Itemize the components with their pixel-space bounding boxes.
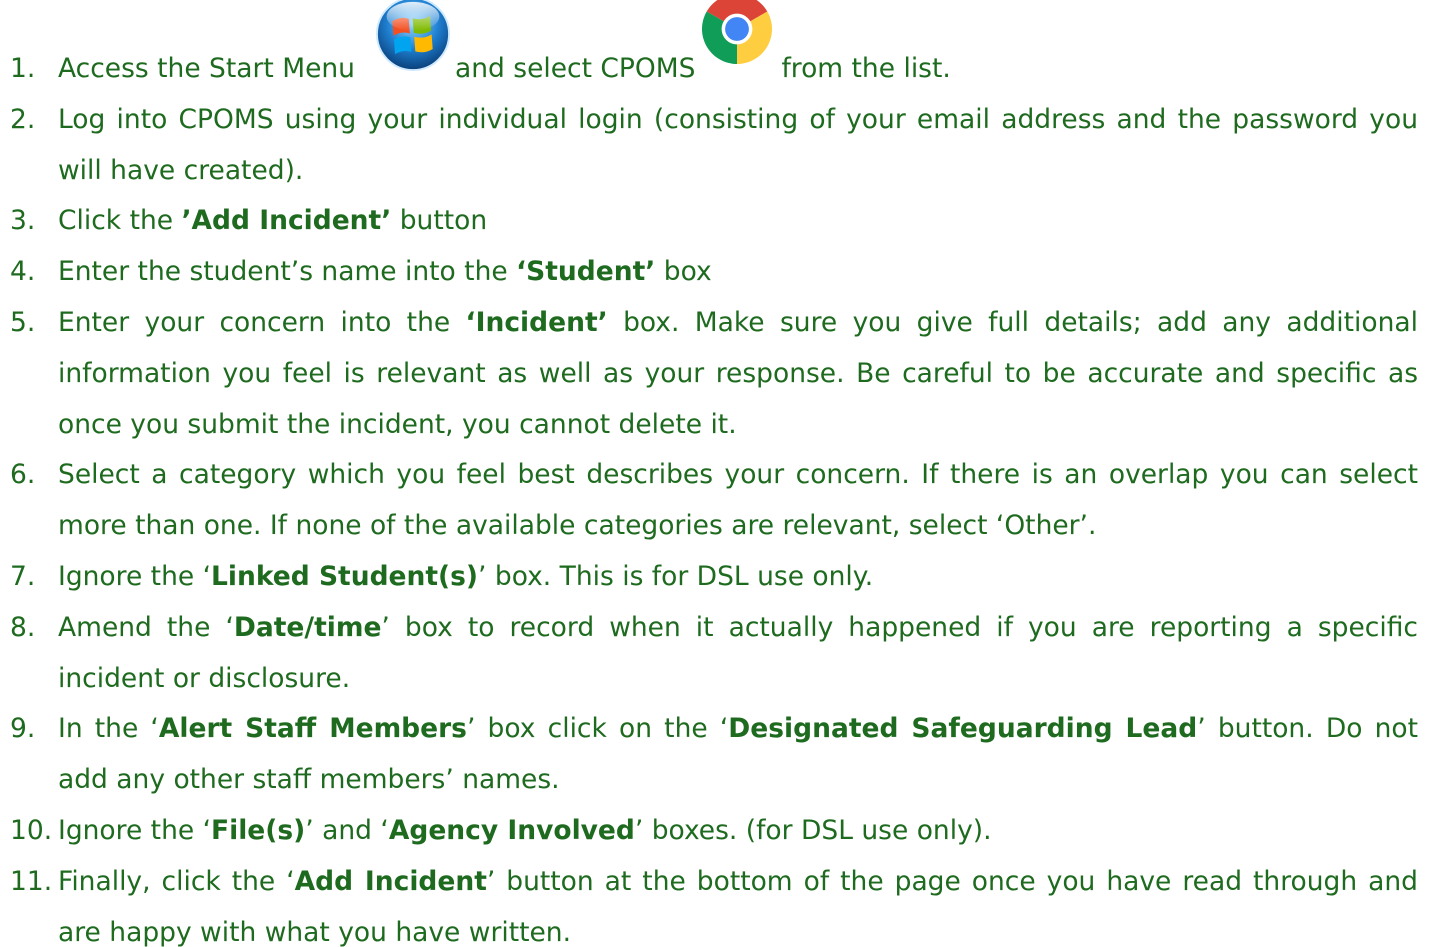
list-item: 6. Select a category which you feel best… [10,450,1418,552]
text-segment: ’ boxes. (for DSL use only). [634,814,992,846]
cpoms-icon-slot [695,0,781,77]
text-segment: Amend the ‘ [58,611,234,643]
list-item: 3. Click the ’Add Incident’ button [10,196,1418,247]
list-item: 5. Enter your concern into the ‘Incident… [10,298,1418,450]
list-item: 2. Log into CPOMS using your individual … [10,95,1418,197]
step-text: Select a category which you feel best de… [58,459,1418,542]
step-text-part: from the list. [781,53,951,84]
step-text: Click the ’Add Incident’ button [58,196,1418,247]
step-number: 7. [10,560,36,592]
step-number: 2. [10,103,36,135]
list-item: 11. Finally, click the ‘Add Incident’ bu… [10,857,1418,947]
step-text-part: and select CPOMS [454,53,696,84]
steps-list: 1. Access the Start Menu and select CPOM… [10,0,1418,947]
text-segment: ’ box. This is for DSL use only. [478,560,874,592]
bold-term: Alert Staff Members [158,713,467,745]
bold-term: ‘Incident’ [465,306,608,338]
text-segment: Finally, click the ‘ [58,865,295,897]
text-segment: Enter your concern into the [58,306,466,338]
chrome-browser-icon [702,0,773,64]
step-text: Log into CPOMS using your individual log… [58,103,1418,186]
text-segment: Ignore the ‘ [58,814,212,846]
step-text: Finally, click the ‘Add Incident’ button… [58,857,1418,947]
bold-term: File(s) [211,814,306,846]
bold-term: ‘Student’ [516,256,656,288]
step-text: Enter the student’s name into the ‘Stude… [58,247,1418,298]
text-segment: Ignore the ‘ [58,560,212,592]
step-text: In the ‘Alert Staff Members’ box click o… [58,704,1418,806]
step-number: 5. [10,306,36,338]
bold-term: Agency Involved [388,814,635,846]
list-item: 7. Ignore the ‘Linked Student(s)’ box. T… [10,552,1418,603]
step-number: 9. [10,713,36,745]
step-number: 4. [10,256,36,288]
list-item: 4. Enter the student’s name into the ‘St… [10,247,1418,298]
text-segment: button [391,205,488,237]
step-text: Amend the ‘Date/time’ box to record when… [58,603,1418,705]
step-text-part: Access the Start Menu [58,53,355,84]
step-number: 1. [10,53,36,84]
bold-term: Designated Safeguarding Lead [728,713,1198,745]
bold-term: Add Incident [294,865,487,897]
step-text: Access the Start Menu and select CPOMS f… [58,0,1418,95]
list-item: 1. Access the Start Menu and select CPOM… [10,0,1418,95]
step-number: 8. [10,611,36,643]
list-item: 10. Ignore the ‘File(s)’ and ‘Agency Inv… [10,806,1418,857]
step-number: 10. [10,814,53,846]
text-segment: ’ box click on the ‘ [466,713,729,745]
bold-term: Date/time [233,611,382,643]
bold-term: Linked Student(s) [211,560,479,592]
step-text: Ignore the ‘Linked Student(s)’ box. This… [58,552,1418,603]
start-menu-icon-slot [355,0,455,77]
bold-term: ’Add Incident’ [181,205,392,237]
step-text: Ignore the ‘File(s)’ and ‘Agency Involve… [58,806,1418,857]
step-number: 3. [10,205,36,237]
windows-start-orb-icon [375,0,451,72]
list-item: 8. Amend the ‘Date/time’ box to record w… [10,603,1418,705]
instructions-document: 1. Access the Start Menu and select CPOM… [0,0,1437,947]
text-segment: Enter the student’s name into the [58,256,517,288]
text-segment: box [655,256,712,288]
step-text: Enter your concern into the ‘Incident’ b… [58,298,1418,450]
text-segment: Click the [58,205,182,237]
text-segment: In the ‘ [58,713,159,745]
step-number: 6. [10,459,36,491]
text-segment: ’ and ‘ [305,814,389,846]
list-item: 9. In the ‘Alert Staff Members’ box clic… [10,704,1418,806]
step-number: 11. [10,865,53,897]
